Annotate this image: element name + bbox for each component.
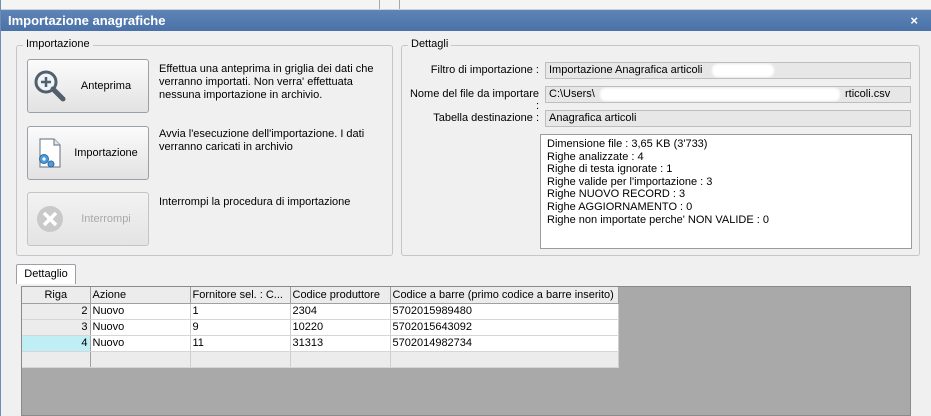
tab-dettaglio[interactable]: Dettaglio bbox=[16, 264, 76, 284]
anteprima-description: Effettua una anteprima in griglia dei da… bbox=[159, 63, 374, 101]
stat-line: Righe NUOVO RECORD : 3 bbox=[547, 188, 686, 201]
cell-codice-produttore[interactable]: 10220 bbox=[290, 319, 391, 336]
file-field: C:\Users\ rticoli.csv bbox=[545, 86, 911, 103]
file-value-end: rticoli.csv bbox=[844, 88, 891, 100]
cell-empty bbox=[90, 351, 191, 368]
importazione-label: Importazione bbox=[74, 147, 138, 159]
close-icon[interactable]: × bbox=[910, 10, 918, 31]
stat-line: Righe analizzate : 4 bbox=[547, 150, 644, 163]
cancel-circle-icon bbox=[32, 201, 68, 237]
cell-codice-produttore[interactable]: 2304 bbox=[290, 303, 391, 320]
cell-codice-produttore[interactable]: 31313 bbox=[290, 335, 391, 352]
row-header-selected[interactable]: 4 bbox=[22, 335, 91, 352]
row-header[interactable]: 3 bbox=[22, 319, 91, 336]
tabella-label: Tabella destinazione : bbox=[433, 112, 539, 124]
column-header-riga[interactable]: Riga bbox=[22, 287, 91, 304]
new-row-placeholder[interactable] bbox=[22, 351, 619, 368]
importazione-description: Avvia l'esecuzione dell'importazione. I … bbox=[159, 128, 365, 153]
column-header-fornitore[interactable]: Fornitore sel. : C... bbox=[190, 287, 291, 304]
tabella-field: Anagrafica articoli bbox=[545, 110, 911, 127]
cell-azione[interactable]: Nuovo bbox=[90, 319, 191, 336]
cell-empty bbox=[290, 351, 391, 368]
dettagli-group: Dettagli Filtro di importazione : Import… bbox=[401, 38, 920, 256]
stat-line: Righe non importate perche' NON VALIDE :… bbox=[547, 213, 770, 226]
importazione-legend: Importazione bbox=[23, 38, 93, 50]
filtro-field: Importazione Anagrafica articoli bbox=[545, 62, 911, 79]
stat-line: Righe valide per l'importazione : 3 bbox=[547, 175, 713, 188]
row-header-empty bbox=[22, 351, 91, 368]
cell-empty bbox=[390, 351, 619, 368]
cell-azione[interactable]: Nuovo bbox=[90, 303, 191, 320]
redacted-block bbox=[599, 87, 840, 101]
filtro-label: Filtro di importazione : bbox=[430, 64, 539, 76]
document-gear-icon bbox=[32, 135, 68, 171]
tabella-value: Anagrafica articoli bbox=[549, 112, 637, 124]
cell-codice-barre[interactable]: 5702015643092 bbox=[390, 319, 619, 336]
top-strip bbox=[1, 0, 931, 10]
anteprima-button[interactable]: Anteprima bbox=[27, 59, 149, 113]
cell-fornitore[interactable]: 9 bbox=[190, 319, 291, 336]
cell-codice-barre[interactable]: 5702015989480 bbox=[390, 303, 619, 320]
interrompi-button[interactable]: Interrompi bbox=[27, 192, 149, 246]
row-header[interactable]: 2 bbox=[22, 303, 91, 320]
table-row[interactable]: 2 Nuovo 1 2304 5702015989480 bbox=[22, 303, 619, 320]
cell-azione[interactable]: Nuovo bbox=[90, 335, 191, 352]
stat-line: Righe di testa ignorate : 1 bbox=[547, 163, 673, 176]
interrompi-description: Interrompi la procedura di importazione bbox=[159, 196, 351, 208]
dettagli-legend: Dettagli bbox=[408, 38, 452, 50]
grid-header-row: Riga Azione Fornitore sel. : C... Codice… bbox=[22, 287, 619, 304]
stat-line: Dimensione file : 3,65 KB (3'733) bbox=[547, 138, 708, 150]
window-title: Importazione anagrafiche bbox=[8, 13, 166, 28]
stats-box: Dimensione file : 3,65 KB (3'733) Righe … bbox=[540, 134, 912, 249]
table-row[interactable]: 3 Nuovo 9 10220 5702015643092 bbox=[22, 319, 619, 336]
stat-line: Righe AGGIORNAMENTO : 0 bbox=[547, 200, 693, 213]
file-value-start: C:\Users\ bbox=[549, 88, 595, 100]
anteprima-label: Anteprima bbox=[80, 80, 132, 92]
grid-table: Riga Azione Fornitore sel. : C... Codice… bbox=[22, 287, 619, 368]
cell-fornitore[interactable]: 1 bbox=[190, 303, 291, 320]
importazione-button[interactable]: Importazione bbox=[27, 126, 149, 180]
magnifier-plus-icon bbox=[32, 68, 68, 104]
cell-empty bbox=[190, 351, 291, 368]
column-header-azione[interactable]: Azione bbox=[90, 287, 191, 304]
detail-grid[interactable]: Riga Azione Fornitore sel. : C... Codice… bbox=[21, 286, 911, 416]
filtro-value: Importazione Anagrafica articoli bbox=[549, 64, 703, 76]
import-window: Importazione anagrafiche × Importazione … bbox=[0, 0, 931, 416]
table-row[interactable]: 4 Nuovo 11 31313 5702014982734 bbox=[22, 335, 619, 352]
redacted-block bbox=[711, 63, 774, 77]
column-header-codice-barre[interactable]: Codice a barre (primo codice a barre ins… bbox=[390, 287, 619, 304]
column-header-codice-produttore[interactable]: Codice produttore bbox=[290, 287, 391, 304]
importazione-group: Importazione Anteprima Effettua una ante… bbox=[16, 38, 393, 256]
file-label: Nome del file da importare : bbox=[409, 88, 539, 112]
cell-codice-barre[interactable]: 5702014982734 bbox=[390, 335, 619, 352]
title-bar: Importazione anagrafiche × bbox=[1, 10, 931, 31]
cell-fornitore[interactable]: 11 bbox=[190, 335, 291, 352]
interrompi-label: Interrompi bbox=[81, 213, 131, 225]
